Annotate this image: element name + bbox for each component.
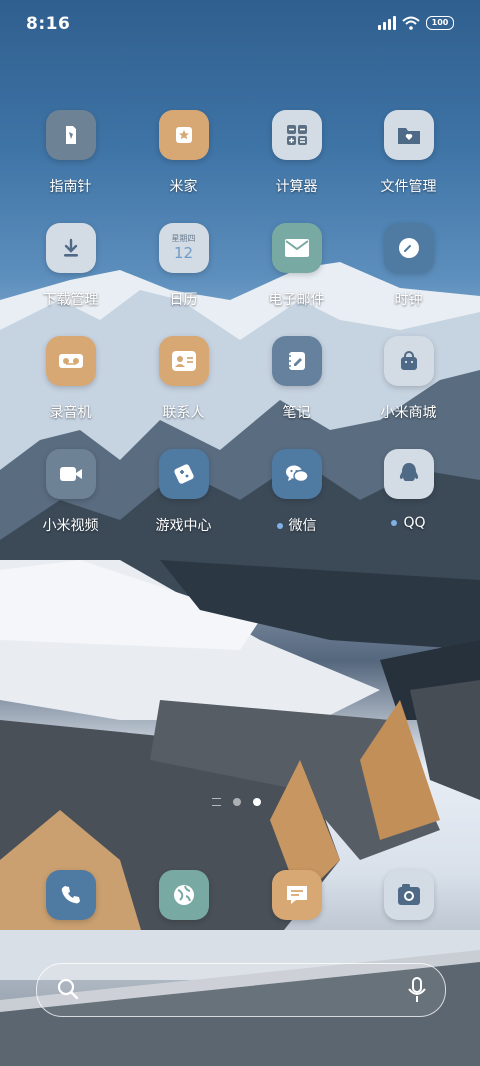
app-recorder[interactable]: 录音机 [14,336,127,422]
game-center-icon [158,449,209,499]
app-game-center[interactable]: 游戏中心 [127,449,240,535]
app-label: 计算器 [275,179,318,195]
app-label: QQ [403,515,426,531]
app-compass[interactable]: 指南针 [14,110,127,196]
new-install-dot [391,520,398,526]
page-indicator-feed[interactable] [212,798,221,806]
dock-messages[interactable] [240,870,353,920]
app-label: 日历 [169,292,198,308]
app-label: 电子邮件 [268,292,325,308]
page-indicator-dot-1[interactable] [233,798,241,806]
messages-icon [271,870,322,920]
app-label: 时钟 [394,292,423,308]
app-label: 小米商城 [380,405,437,421]
browser-icon [158,870,209,920]
search-icon [57,978,79,1000]
shopping-bag-icon [383,336,434,386]
app-calendar[interactable]: 星期四 12 日历 [127,223,240,309]
page-indicator[interactable] [212,798,261,806]
clock-icon [383,223,434,273]
app-label: 指南针 [49,179,92,195]
app-clock[interactable]: 时钟 [352,223,465,309]
app-wechat[interactable]: 微信 [240,449,353,535]
app-mijia[interactable]: 米家 [127,110,240,196]
app-shopping-bag[interactable]: 小米商城 [352,336,465,422]
clock-time: 8:16 [26,14,71,34]
mijia-icon [158,110,209,160]
microphone-icon[interactable] [407,977,427,1003]
calculator-icon [271,110,322,160]
qq-icon [383,449,434,499]
dock-phone[interactable] [14,870,127,920]
wechat-icon [271,449,322,499]
app-notes[interactable]: 笔记 [240,336,353,422]
folder-icon [383,110,434,160]
recorder-icon [45,336,96,386]
app-label: 文件管理 [380,179,437,195]
app-calculator[interactable]: 计算器 [240,110,353,196]
app-label: 米家 [169,179,198,195]
app-mail[interactable]: 电子邮件 [240,223,353,309]
video-icon [45,449,96,499]
wifi-icon [402,16,420,30]
app-label: 笔记 [282,405,311,421]
status-bar: 8:16 100 [0,0,480,50]
signal-icon [378,16,396,30]
app-download[interactable]: 下载管理 [14,223,127,309]
app-label: 微信 [288,518,317,534]
calendar-weekday: 星期四 [171,234,196,243]
app-video[interactable]: 小米视频 [14,449,127,535]
download-icon [45,223,96,273]
phone-icon [45,870,96,920]
new-install-dot [276,523,283,529]
app-label: 录音机 [49,405,92,421]
app-contacts[interactable]: 联系人 [127,336,240,422]
dock-camera[interactable] [352,870,465,920]
page-indicator-dot-2[interactable] [253,798,261,806]
compass-icon [45,110,96,160]
search-bar[interactable] [36,963,446,1017]
notes-icon [271,336,322,386]
app-label: 游戏中心 [155,518,212,534]
battery-icon: 100 [426,16,454,30]
camera-icon [383,870,434,920]
app-label: 联系人 [162,405,205,421]
status-icons: 100 [378,16,454,30]
contacts-icon [158,336,209,386]
app-folder[interactable]: 文件管理 [352,110,465,196]
calendar-icon: 星期四 12 [158,223,209,273]
app-qq[interactable]: QQ [352,449,465,531]
app-label: 小米视频 [42,518,99,534]
mail-icon [271,223,322,273]
calendar-day: 12 [173,244,194,262]
app-label: 下载管理 [42,292,99,308]
dock-browser[interactable] [127,870,240,920]
